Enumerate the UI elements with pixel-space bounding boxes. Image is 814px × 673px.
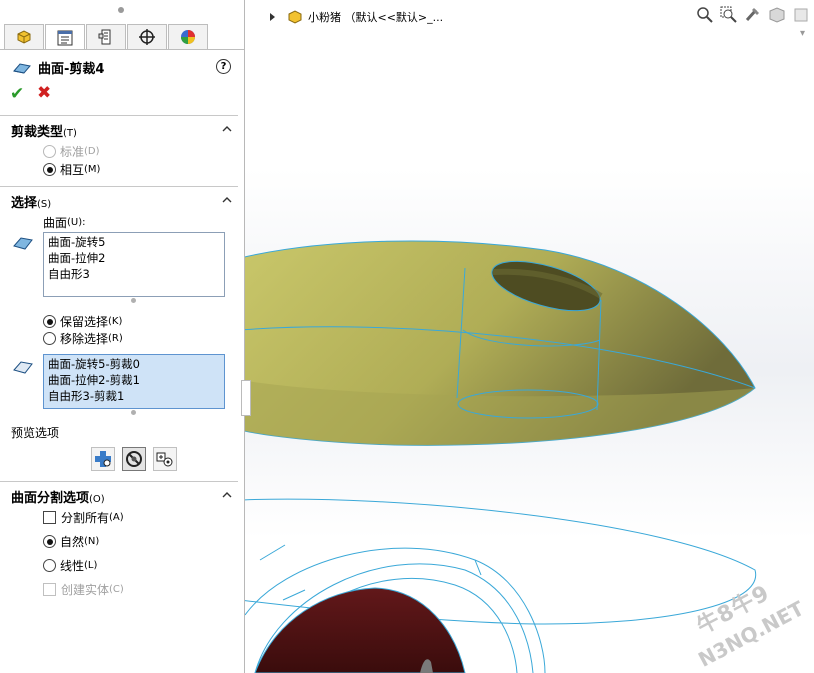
radio-standard-circle[interactable] <box>43 145 56 158</box>
panel-splitter[interactable] <box>241 380 251 416</box>
surfaces-listbox[interactable]: 曲面-旋转5 曲面-拉伸2 自由形3 <box>43 232 225 297</box>
breadcrumb-text[interactable]: 小粉猪 （默认<<默认>_... <box>308 9 443 25</box>
feature-title-text: 曲面-剪裁4 <box>38 62 105 77</box>
radio-standard[interactable]: 标准 (D) <box>43 143 100 160</box>
ok-button[interactable]: ✔ <box>10 84 24 104</box>
zoom-area-icon[interactable] <box>717 4 741 26</box>
no-preview-icon <box>126 451 142 467</box>
split-options-section: 曲面分割选项(O) 分割所有 (A) 自然 (N) 线性 (L) 创建实体 (C) <box>0 481 238 673</box>
collapse-chevron-icon[interactable] <box>222 124 232 134</box>
part-icon <box>17 30 31 44</box>
collapse-chevron-icon[interactable] <box>222 490 232 500</box>
surfaces-label: 曲面 (U): <box>43 216 86 230</box>
list-item[interactable]: 曲面-拉伸2 <box>48 250 220 266</box>
trim-surface-icon <box>13 62 31 74</box>
list-item[interactable]: 曲面-拉伸2-剪裁1 <box>48 372 220 388</box>
tab-divider <box>0 49 244 50</box>
tab-dimxpert-manager[interactable] <box>127 24 167 49</box>
tab-display-manager[interactable] <box>168 24 208 49</box>
breadcrumb[interactable]: 小粉猪 （默认<<默认>_... <box>269 9 443 25</box>
preview-exclude-button[interactable] <box>122 447 146 471</box>
list-item[interactable]: 曲面-旋转5 <box>48 234 220 250</box>
config-icon <box>98 29 111 45</box>
radio-remove-selections[interactable]: 移除选择 (R) <box>43 330 123 347</box>
surface-selection-icon <box>13 237 33 250</box>
selection-header[interactable]: 选择(S) <box>11 192 51 211</box>
trim-type-header[interactable]: 剪裁类型(T) <box>11 121 77 140</box>
toolbar-overflow-icon[interactable]: ▾ <box>800 28 805 39</box>
listbox-resize-grip[interactable] <box>131 298 136 303</box>
property-manager-icon <box>57 30 73 45</box>
target-icon <box>139 29 155 45</box>
manager-tabs <box>4 24 209 50</box>
radio-keep-circle[interactable] <box>43 315 56 328</box>
part-icon <box>288 10 302 24</box>
list-item[interactable]: 曲面-旋转5-剪裁0 <box>48 356 220 372</box>
feature-title: 曲面-剪裁4 <box>12 58 104 77</box>
model-canvas[interactable] <box>245 0 814 673</box>
zoom-fit-icon[interactable] <box>693 4 717 26</box>
preview-options-label: 预览选项 <box>11 426 60 440</box>
checkbox-split-all[interactable]: 分割所有 (A) <box>43 509 124 526</box>
panel-grip[interactable] <box>118 7 124 13</box>
radio-remove-circle[interactable] <box>43 332 56 345</box>
section-view-icon[interactable] <box>765 4 789 26</box>
freeform-surface[interactable] <box>254 587 466 673</box>
expand-arrow-icon[interactable] <box>269 12 277 22</box>
preview-include-button[interactable] <box>91 447 115 471</box>
graphics-viewport[interactable]: 小粉猪 （默认<<默认>_... ▾ 牛8牛9 N3NQ.NET <box>245 0 814 673</box>
radio-mutual-circle[interactable] <box>43 163 56 176</box>
radio-linear[interactable]: 线性 (L) <box>43 557 97 574</box>
show-preview-icon <box>156 452 173 467</box>
radio-linear-circle[interactable] <box>43 559 56 572</box>
property-manager-panel: 曲面-剪裁4 ? ✔ ✖ 剪裁类型(T) 标准 (D) 相互 (M) 选择(S) 曲… <box>0 0 245 673</box>
create-solid-box[interactable] <box>43 583 56 596</box>
radio-mutual[interactable]: 相互 (M) <box>43 161 100 178</box>
help-button[interactable]: ? <box>216 59 231 74</box>
heads-up-view-toolbar <box>693 4 813 26</box>
radio-keep-selections[interactable]: 保留选择 (K) <box>43 313 122 330</box>
split-options-header[interactable]: 曲面分割选项(O) <box>11 487 105 506</box>
pieces-listbox[interactable]: 曲面-旋转5-剪裁0 曲面-拉伸2-剪裁1 自由形3-剪裁1 <box>43 354 225 409</box>
add-preview-icon <box>95 451 111 467</box>
tab-property-manager[interactable] <box>45 24 85 50</box>
split-all-box[interactable] <box>43 511 56 524</box>
previous-view-icon[interactable] <box>741 4 765 26</box>
pieces-selection-icon <box>13 361 33 374</box>
selection-section: 选择(S) 曲面 (U): 曲面-旋转5 曲面-拉伸2 自由形3 保留选择 (K) … <box>0 186 238 482</box>
preview-show-button[interactable] <box>153 447 177 471</box>
trim-type-section: 剪裁类型(T) 标准 (D) 相互 (M) <box>0 115 238 186</box>
collapse-chevron-icon[interactable] <box>222 195 232 205</box>
list-item[interactable]: 自由形3-剪裁1 <box>48 388 220 404</box>
view-orientation-icon[interactable] <box>789 4 813 26</box>
appearance-icon <box>181 30 195 44</box>
cancel-button[interactable]: ✖ <box>37 83 51 103</box>
tab-feature-manager[interactable] <box>4 24 44 49</box>
tab-configuration-manager[interactable] <box>86 24 126 49</box>
checkbox-create-solid[interactable]: 创建实体 (C) <box>43 581 124 598</box>
listbox-resize-grip[interactable] <box>131 410 136 415</box>
list-item[interactable]: 自由形3 <box>48 266 220 282</box>
radio-natural[interactable]: 自然 (N) <box>43 533 99 550</box>
radio-natural-circle[interactable] <box>43 535 56 548</box>
